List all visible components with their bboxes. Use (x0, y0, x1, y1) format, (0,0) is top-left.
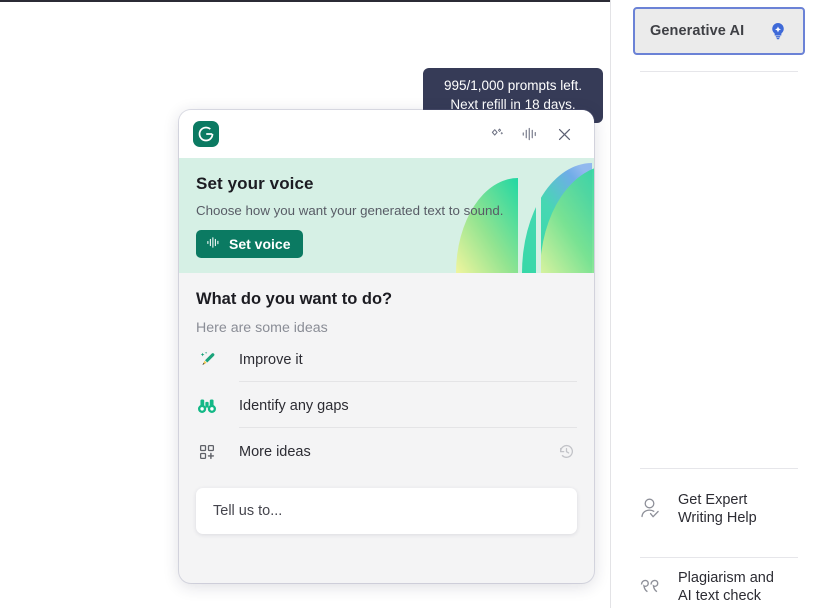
sidebar-divider (640, 468, 798, 469)
sidebar-item-label: Plagiarism and AI text check (678, 569, 774, 604)
history-icon[interactable] (557, 442, 577, 462)
card-header (179, 110, 594, 158)
generative-ai-button[interactable]: Generative AI (633, 7, 805, 55)
voice-waveform-icon[interactable] (517, 121, 543, 147)
pencil-sparkle-icon (196, 350, 218, 369)
voice-waveform-icon (206, 236, 221, 252)
quote-icon (635, 572, 665, 602)
idea-separator (239, 427, 577, 428)
grammarly-logo (193, 121, 219, 147)
sidebar-divider (640, 71, 798, 72)
set-voice-banner: Set your voice Choose how you want your … (179, 158, 594, 273)
ideas-subtitle: Here are some ideas (196, 320, 328, 336)
generative-ai-card: Set your voice Choose how you want your … (179, 110, 594, 583)
binoculars-icon (196, 397, 218, 415)
sidebar-item-get-expert-writing-help[interactable]: Get Expert Writing Help (635, 482, 811, 536)
idea-item-identify-any-gaps[interactable]: Identify any gaps (196, 384, 577, 427)
top-border (0, 0, 610, 2)
lightbulb-icon (768, 21, 788, 41)
prompt-input[interactable]: Tell us to... (196, 488, 577, 534)
close-icon[interactable] (551, 121, 577, 147)
grid-plus-icon (196, 443, 218, 461)
right-sidebar: Generative AI Get Expert Writing Help Pl… (610, 0, 814, 608)
ideas-section: What do you want to do? Here are some id… (179, 273, 594, 473)
banner-title: Set your voice (196, 174, 314, 193)
person-check-icon (635, 494, 665, 524)
ideas-title: What do you want to do? (196, 290, 393, 308)
prompt-input-wrapper: Tell us to... (179, 473, 594, 534)
set-voice-button[interactable]: Set voice (196, 230, 304, 258)
sidebar-item-label: Get Expert Writing Help (678, 491, 757, 526)
sidebar-divider (640, 557, 798, 558)
sparkle-icon[interactable] (483, 121, 509, 147)
idea-separator (239, 381, 577, 382)
set-voice-button-label: Set voice (229, 236, 291, 252)
banner-content: Set your voice Choose how you want your … (179, 158, 594, 258)
tooltip-line-1: 995/1,000 prompts left. (443, 78, 583, 93)
prompt-input-value: Tell us to... (213, 503, 283, 519)
idea-label: More ideas (239, 443, 311, 460)
app-root: 995/1,000 prompts left. Next refill in 1… (0, 0, 814, 608)
idea-item-more-ideas[interactable]: More ideas (196, 430, 577, 473)
idea-label: Identify any gaps (239, 397, 349, 414)
banner-subtitle: Choose how you want your generated text … (196, 203, 504, 218)
idea-label: Improve it (239, 351, 303, 368)
sidebar-item-plagiarism-and-ai-text-check[interactable]: Plagiarism and AI text check (635, 566, 811, 608)
generative-ai-label: Generative AI (650, 23, 745, 39)
idea-item-improve-it[interactable]: Improve it (196, 338, 577, 381)
